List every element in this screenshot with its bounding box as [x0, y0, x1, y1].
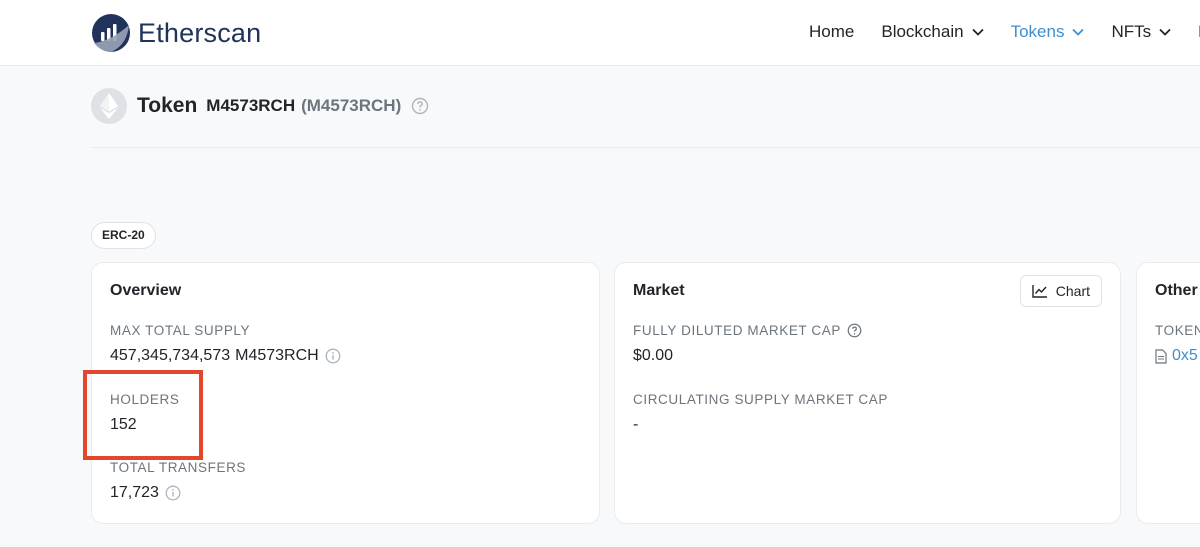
holders-label: HOLDERS	[110, 392, 179, 407]
etherscan-logo-icon	[92, 14, 130, 52]
main-nav: Home Blockchain Tokens NFTs R	[809, 22, 1200, 42]
chart-button[interactable]: Chart	[1019, 275, 1102, 307]
market-title: Market	[633, 282, 685, 299]
ethereum-icon	[91, 88, 127, 124]
chevron-down-icon	[971, 28, 984, 36]
nav-blockchain-label: Blockchain	[881, 22, 964, 41]
other-title: Other	[1155, 282, 1198, 299]
top-navbar: Etherscan Home Blockchain Tokens NFTs R	[0, 0, 1200, 66]
max-supply-label-text: MAX TOTAL SUPPLY	[110, 323, 251, 338]
question-circle-icon[interactable]	[411, 97, 429, 115]
fdmc-label-text: FULLY DILUTED MARKET CAP	[633, 323, 841, 338]
nav-blockchain[interactable]: Blockchain	[881, 22, 984, 42]
csmc-label-text: CIRCULATING SUPPLY MARKET CAP	[633, 392, 888, 407]
holders-number: 152	[110, 416, 137, 433]
total-transfers-value: 17,723	[110, 484, 181, 502]
total-transfers-label-text: TOTAL TRANSFERS	[110, 460, 247, 475]
info-icon[interactable]	[325, 348, 341, 364]
fdmc-label: FULLY DILUTED MARKET CAP	[633, 323, 862, 338]
logo-text: Etherscan	[138, 17, 262, 48]
max-supply-value: 457,345,734,573 M4573RCH	[110, 347, 341, 365]
etherscan-logo[interactable]: Etherscan	[91, 13, 261, 53]
csmc-value: -	[633, 416, 638, 434]
token-contract-value[interactable]: 0x5	[1155, 347, 1198, 365]
fdmc-number: $0.00	[633, 347, 674, 364]
token-contract-link[interactable]: 0x5	[1172, 347, 1198, 365]
token-contract-label: TOKEN	[1155, 323, 1200, 338]
nav-home[interactable]: Home	[809, 22, 854, 42]
nav-home-label: Home	[809, 22, 855, 41]
csmc-number: -	[633, 416, 639, 433]
header-divider	[91, 147, 1200, 148]
question-circle-icon[interactable]	[847, 323, 862, 338]
nav-nfts-label: NFTs	[1111, 22, 1152, 41]
csmc-label: CIRCULATING SUPPLY MARKET CAP	[633, 392, 888, 407]
holders-label-text: HOLDERS	[110, 392, 180, 407]
nav-nfts[interactable]: NFTs	[1111, 22, 1171, 42]
max-supply-unit: M4573RCH	[235, 347, 319, 364]
market-card: Market Chart FULLY DILUTED MARKET CAP $0…	[614, 262, 1121, 524]
nav-tokens-label: Tokens	[1010, 22, 1065, 41]
fdmc-value: $0.00	[633, 347, 673, 365]
token-header: Token M4573RCH (M4573RCH)	[91, 88, 429, 124]
overview-card: Overview MAX TOTAL SUPPLY 457,345,734,57…	[91, 262, 600, 524]
chevron-down-icon	[1072, 28, 1085, 36]
holders-value: 152	[110, 416, 137, 434]
token-name: M4573RCH	[206, 96, 296, 115]
other-card: Other TOKEN 0x5	[1136, 262, 1200, 524]
token-standard-badge: ERC-20	[91, 222, 156, 249]
nav-tokens[interactable]: Tokens	[1011, 22, 1085, 42]
document-icon	[1155, 348, 1167, 364]
max-supply-number: 457,345,734,573	[110, 347, 231, 364]
max-supply-label: MAX TOTAL SUPPLY	[110, 323, 250, 338]
info-icon[interactable]	[165, 485, 181, 501]
token-symbol: (M4573RCH)	[301, 96, 402, 115]
line-chart-icon	[1032, 285, 1047, 298]
overview-title: Overview	[110, 282, 182, 299]
total-transfers-label: TOTAL TRANSFERS	[110, 460, 246, 475]
token-contract-label-text: TOKEN	[1155, 323, 1200, 338]
token-heading: Token	[137, 94, 198, 117]
chevron-down-icon	[1159, 28, 1171, 36]
chart-button-label: Chart	[1055, 283, 1090, 299]
total-transfers-number: 17,723	[110, 484, 159, 501]
